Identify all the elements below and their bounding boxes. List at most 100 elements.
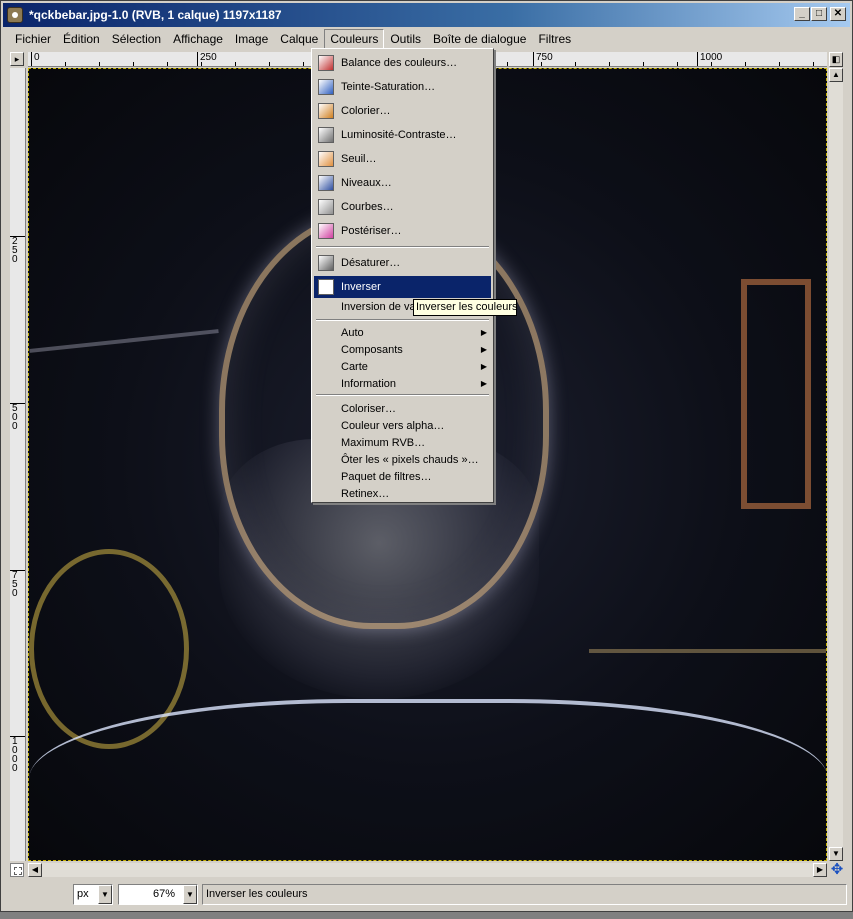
menuitem-label: Composants	[341, 343, 403, 356]
chevron-down-icon[interactable]: ▼	[98, 885, 112, 904]
colors-menu: Balance des couleurs… Teinte-Saturation… C…	[311, 48, 494, 503]
submenu-carte[interactable]: Carte ▶	[314, 358, 491, 375]
menu-fichier[interactable]: Fichier	[9, 29, 57, 49]
unit-select[interactable]: px ▼	[73, 884, 113, 905]
menuitem-label: Seuil…	[341, 153, 377, 165]
menu-outils[interactable]: Outils	[384, 29, 427, 49]
menuitem-label: Luminosité-Contraste…	[341, 129, 457, 141]
ruler-tick	[303, 62, 304, 66]
menuitem-maximum-rvb[interactable]: Maximum RVB…	[314, 434, 491, 451]
menu-filtres[interactable]: Filtres	[532, 29, 577, 49]
menuitem-courbes[interactable]: Courbes…	[314, 196, 491, 218]
chevron-right-icon: ▶	[480, 379, 487, 388]
ruler-label: 1000	[10, 736, 25, 774]
scroll-left-button[interactable]: ◀	[28, 863, 42, 877]
ruler-label: 500	[10, 403, 25, 432]
ruler-tick	[99, 62, 100, 66]
menuitem-label: Balance des couleurs…	[341, 57, 458, 69]
ruler-tick	[167, 62, 168, 66]
ruler-tick	[65, 62, 66, 66]
menuitem-colorier[interactable]: Colorier…	[314, 100, 491, 122]
menuitem-retinex[interactable]: Retinex…	[314, 485, 491, 502]
ruler-tick	[201, 62, 202, 66]
zoom-fit-button[interactable]: ◧	[829, 52, 843, 67]
menu-image[interactable]: Image	[229, 29, 274, 49]
ruler-label: 1000	[697, 52, 722, 66]
menuitem-inverser[interactable]: Inverser	[314, 276, 491, 298]
threshold-icon	[318, 151, 334, 167]
menuitem-label: Inverser	[341, 281, 381, 293]
tooltip: Inverser les couleurs	[413, 299, 518, 316]
hue-saturation-icon	[318, 79, 334, 95]
ruler-tick	[677, 62, 678, 66]
ruler-tick	[813, 62, 814, 66]
menuitem-label: Auto	[341, 326, 364, 339]
posterize-icon	[318, 223, 334, 239]
close-button[interactable]: ✕	[830, 7, 846, 21]
menuitem-balance-des-couleurs[interactable]: Balance des couleurs…	[314, 52, 491, 74]
quick-mask-toggle[interactable]	[10, 863, 24, 877]
color-balance-icon	[318, 55, 334, 71]
menuitem-paquet-de-filtres[interactable]: Paquet de filtres…	[314, 468, 491, 485]
ruler-label: 0	[31, 52, 40, 66]
menu-edition[interactable]: Édition	[57, 29, 106, 49]
submenu-auto[interactable]: Auto ▶	[314, 324, 491, 341]
menu-separator	[316, 394, 489, 396]
levels-icon	[318, 175, 334, 191]
menu-separator	[316, 246, 489, 248]
menuitem-oter-les-pixels-chauds[interactable]: Ôter les « pixels chauds »…	[314, 451, 491, 468]
shirt-collar-shape	[29, 699, 826, 860]
ruler-label: 250	[197, 52, 217, 66]
maximize-button[interactable]: □	[811, 7, 827, 21]
menuitem-label: Carte	[341, 360, 368, 373]
navigate-icon[interactable]: ✥	[829, 862, 845, 879]
menu-couleurs[interactable]: Couleurs	[324, 29, 385, 49]
scroll-up-button[interactable]: ▲	[829, 68, 843, 82]
status-bar: px ▼ 67% ▼ Inverser les couleurs	[3, 881, 850, 907]
zoom-select[interactable]: 67% ▼	[118, 884, 198, 905]
menuitem-niveaux[interactable]: Niveaux…	[314, 172, 491, 194]
ruler-tick	[269, 62, 270, 66]
vertical-scrollbar[interactable]: ▲ ▼	[829, 68, 843, 861]
menuitem-couleur-vers-alpha[interactable]: Couleur vers alpha…	[314, 417, 491, 434]
ruler-label: 750	[533, 52, 553, 66]
horizontal-scrollbar[interactable]: ◀ ▶	[28, 863, 827, 877]
menu-affichage[interactable]: Affichage	[167, 29, 229, 49]
menuitem-label: Coloriser…	[341, 402, 397, 415]
gimp-app-icon[interactable]	[7, 7, 23, 23]
chevron-right-icon: ▶	[480, 328, 487, 337]
menu-selection[interactable]: Sélection	[106, 29, 167, 49]
title-bar[interactable]: *qckbebar.jpg-1.0 (RVB, 1 calque) 1197x1…	[3, 3, 850, 27]
menuitem-label: Paquet de filtres…	[341, 470, 432, 483]
unit-value: px	[77, 888, 89, 900]
menuitem-luminosite-contraste[interactable]: Luminosité-Contraste…	[314, 124, 491, 146]
vertical-ruler: 250 500 750 1000	[10, 68, 26, 861]
menu-boite-de-dialogue[interactable]: Boîte de dialogue	[427, 29, 532, 49]
ruler-tick	[31, 62, 32, 66]
menu-calque[interactable]: Calque	[274, 29, 324, 49]
menuitem-label: Courbes…	[341, 201, 394, 213]
menuitem-desaturer[interactable]: Désaturer…	[314, 252, 491, 274]
ruler-label: 750	[10, 570, 25, 599]
menuitem-teinte-saturation[interactable]: Teinte-Saturation…	[314, 76, 491, 98]
menuitem-seuil[interactable]: Seuil…	[314, 148, 491, 170]
submenu-composants[interactable]: Composants ▶	[314, 341, 491, 358]
ruler-tick	[575, 62, 576, 66]
menuitem-coloriser[interactable]: Coloriser…	[314, 400, 491, 417]
invert-icon	[318, 279, 334, 295]
image-menu-arrow-button[interactable]: ▸	[10, 52, 24, 66]
chevron-down-icon[interactable]: ▼	[183, 885, 197, 904]
minimize-button[interactable]: _	[794, 7, 810, 21]
chevron-right-icon: ▶	[480, 345, 487, 354]
scroll-right-button[interactable]: ▶	[813, 863, 827, 877]
window-title: *qckbebar.jpg-1.0 (RVB, 1 calque) 1197x1…	[29, 8, 282, 22]
wall-edge-shape	[589, 649, 826, 653]
picture-frame-shape	[741, 279, 811, 509]
menuitem-label: Colorier…	[341, 105, 391, 117]
status-message: Inverser les couleurs	[202, 884, 847, 905]
menuitem-posteriser[interactable]: Postériser…	[314, 220, 491, 242]
ruler-tick	[133, 62, 134, 66]
scroll-down-button[interactable]: ▼	[829, 847, 843, 861]
submenu-information[interactable]: Information ▶	[314, 375, 491, 392]
menuitem-label: Postériser…	[341, 225, 402, 237]
